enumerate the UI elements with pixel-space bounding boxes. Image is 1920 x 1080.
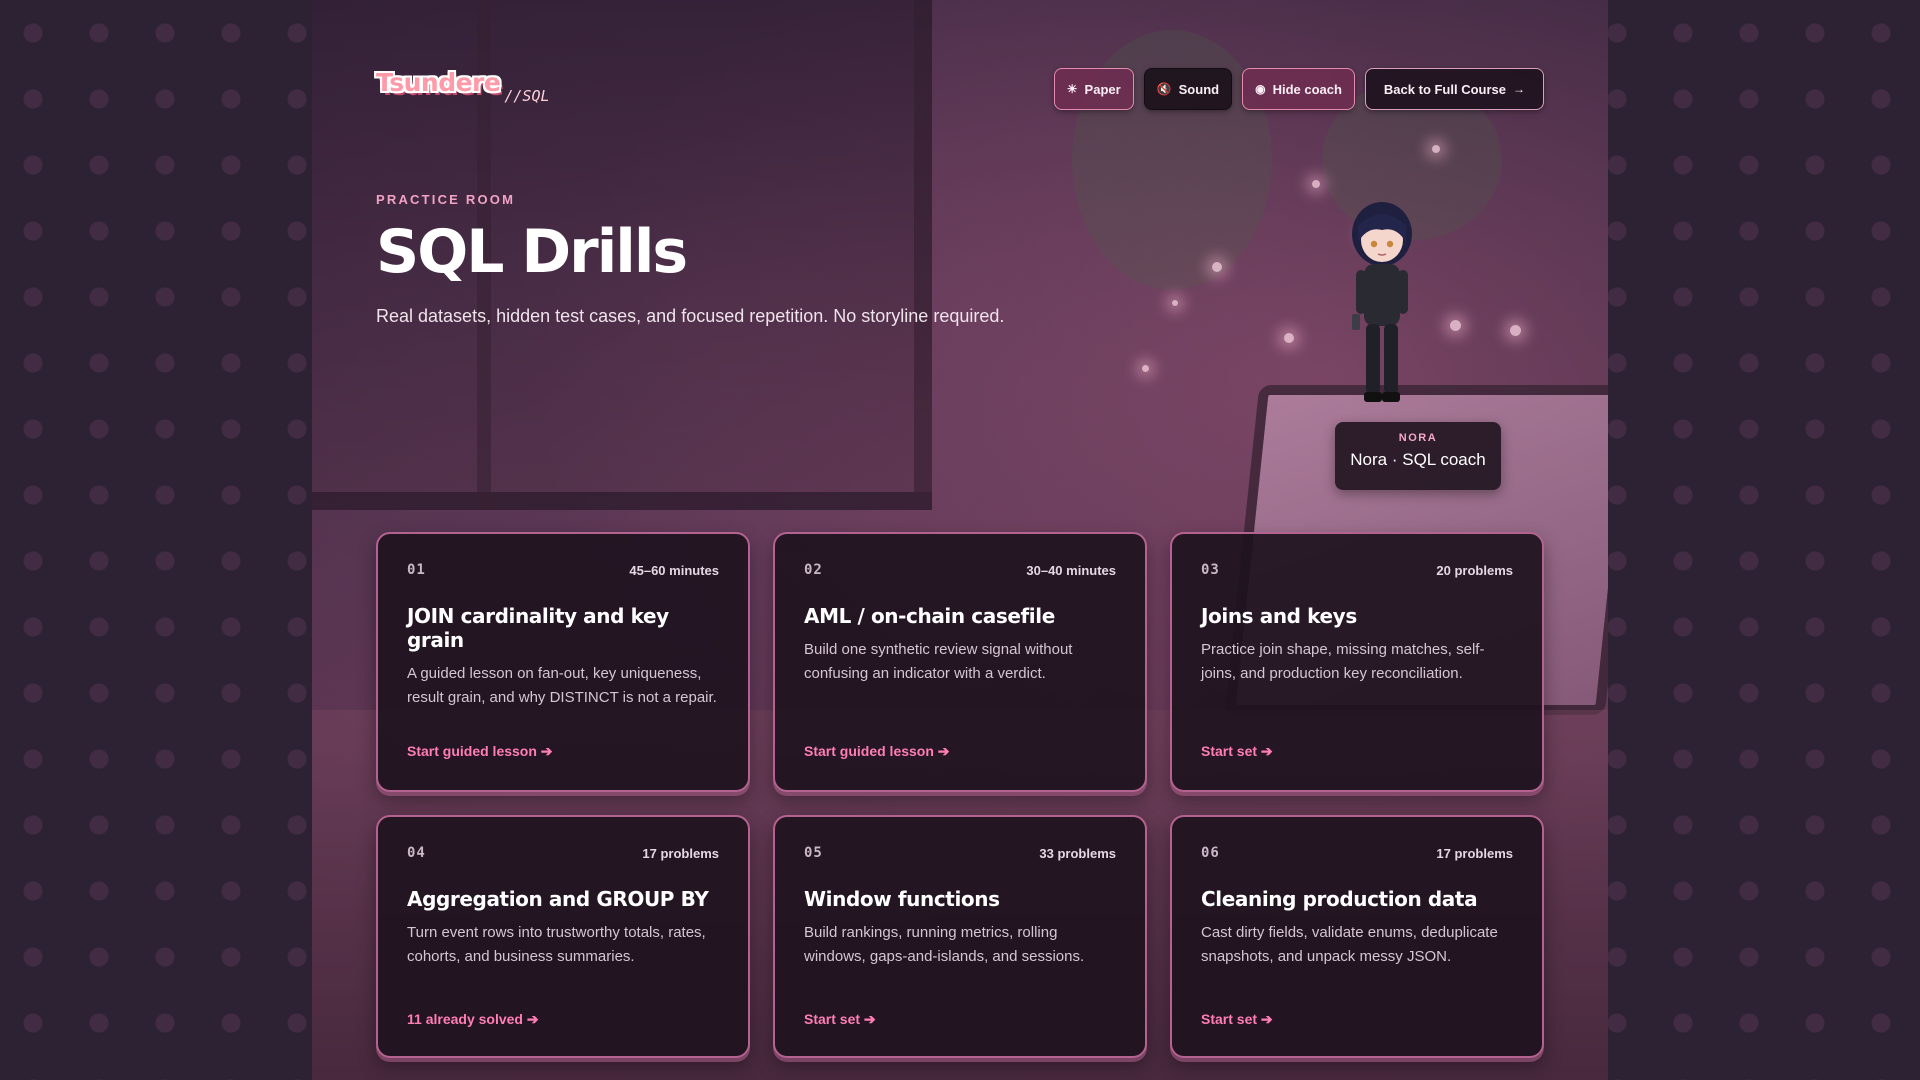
fairy-light <box>1142 365 1149 372</box>
background-scene: Tsundere //SQL ☀ Paper 🔇 Sound ◉ Hide co… <box>312 0 1608 1080</box>
drill-card[interactable]: 06 17 problems Cleaning production data … <box>1170 815 1544 1058</box>
card-number: 04 <box>407 845 426 861</box>
fairy-light <box>1432 145 1440 153</box>
start-set-link[interactable]: Start set ➔ <box>804 1011 876 1028</box>
card-duration: 30–40 minutes <box>1026 562 1116 578</box>
card-problem-count: 17 problems <box>642 845 719 861</box>
coach-label: NORA <box>1398 432 1438 444</box>
card-description: Turn event rows into trustworthy totals,… <box>407 924 706 965</box>
back-label: Back to Full Course <box>1383 81 1506 97</box>
card-header: 06 17 problems <box>1201 845 1513 861</box>
card-header: 01 45–60 minutes <box>407 562 719 578</box>
top-bar: Tsundere //SQL ☀ Paper 🔇 Sound ◉ Hide co… <box>376 64 1544 114</box>
page-eyebrow: PRACTICE ROOM <box>376 192 516 207</box>
paper-theme-button[interactable]: ☀ Paper <box>1053 68 1134 110</box>
coach-name: Nora · SQL coach <box>1350 450 1486 469</box>
card-duration: 45–60 minutes <box>629 562 719 578</box>
start-guided-lesson-link[interactable]: Start guided lesson ➔ <box>804 743 950 760</box>
fairy-light <box>1312 180 1320 188</box>
coach-character-illustration <box>1352 202 1412 402</box>
coach-avatar[interactable] <box>1312 196 1452 416</box>
start-set-link[interactable]: Start set ➔ <box>1201 743 1273 760</box>
card-description: Cast dirty fields, validate enums, dedup… <box>1201 924 1498 965</box>
card-header: 04 17 problems <box>407 845 719 861</box>
card-problem-count: 20 problems <box>1436 562 1513 578</box>
card-title: Aggregation and GROUP BY <box>407 887 709 911</box>
sun-icon: ☀ <box>1066 82 1078 96</box>
drill-card-grid: 01 45–60 minutes JOIN cardinality and ke… <box>376 532 1544 1058</box>
drill-card[interactable]: 02 30–40 minutes AML / on-chain casefile… <box>773 532 1147 792</box>
card-title: Window functions <box>804 887 1000 911</box>
hide-coach-button[interactable]: ◉ Hide coach <box>1242 68 1355 110</box>
logo-wordmark: Tsundere <box>376 68 501 97</box>
card-title: JOIN cardinality and key grain <box>407 604 669 652</box>
page-title: SQL Drills <box>376 217 688 287</box>
card-header: 05 33 problems <box>804 845 1116 861</box>
card-title: Joins and keys <box>1201 604 1357 628</box>
hide-coach-label: Hide coach <box>1272 81 1342 97</box>
arrow-right-icon: → <box>1513 82 1525 96</box>
card-problem-count: 33 problems <box>1039 845 1116 861</box>
card-header: 02 30–40 minutes <box>804 562 1116 578</box>
card-description: Build one synthetic review signal withou… <box>804 641 1073 682</box>
card-number: 05 <box>804 845 823 861</box>
start-guided-lesson-link[interactable]: Start guided lesson ➔ <box>407 743 553 760</box>
card-title: AML / on-chain casefile <box>804 604 1055 628</box>
drill-card[interactable]: 01 45–60 minutes JOIN cardinality and ke… <box>376 532 750 792</box>
card-problem-count: 17 problems <box>1436 845 1513 861</box>
already-solved-link[interactable]: 11 already solved ➔ <box>407 1011 539 1028</box>
card-number: 02 <box>804 562 823 578</box>
start-set-link[interactable]: Start set ➔ <box>1201 1011 1273 1028</box>
logo[interactable]: Tsundere //SQL <box>376 68 550 105</box>
back-to-course-button[interactable]: Back to Full Course → <box>1364 68 1544 110</box>
card-number: 06 <box>1201 845 1220 861</box>
card-header: 03 20 problems <box>1201 562 1513 578</box>
page-subtitle: Real datasets, hidden test cases, and fo… <box>376 306 1005 326</box>
header-controls: ☀ Paper 🔇 Sound ◉ Hide coach Back to Ful… <box>1053 68 1544 110</box>
paper-label: Paper <box>1084 81 1121 97</box>
drill-card[interactable]: 04 17 problems Aggregation and GROUP BY … <box>376 815 750 1058</box>
sound-label: Sound <box>1178 81 1220 97</box>
card-description: Build rankings, running metrics, rolling… <box>804 924 1085 965</box>
speaker-muted-icon: 🔇 <box>1156 82 1172 96</box>
drill-card[interactable]: 03 20 problems Joins and keys Practice j… <box>1170 532 1544 792</box>
coach-name-tag: NORA Nora · SQL coach <box>1335 422 1501 490</box>
card-number: 01 <box>407 562 426 578</box>
card-title: Cleaning production data <box>1201 887 1478 911</box>
sound-toggle-button[interactable]: 🔇 Sound <box>1143 68 1233 110</box>
card-description: A guided lesson on fan-out, key uniquene… <box>407 665 717 706</box>
fairy-light <box>1510 325 1521 336</box>
card-description: Practice join shape, missing matches, se… <box>1201 641 1485 682</box>
drill-card[interactable]: 05 33 problems Window functions Build ra… <box>773 815 1147 1058</box>
card-number: 03 <box>1201 562 1220 578</box>
logo-suffix: //SQL <box>504 87 550 105</box>
radio-dot-icon: ◉ <box>1255 82 1266 96</box>
hero-section: PRACTICE ROOM SQL Drills Real datasets, … <box>376 192 1276 327</box>
fairy-light <box>1284 333 1294 343</box>
